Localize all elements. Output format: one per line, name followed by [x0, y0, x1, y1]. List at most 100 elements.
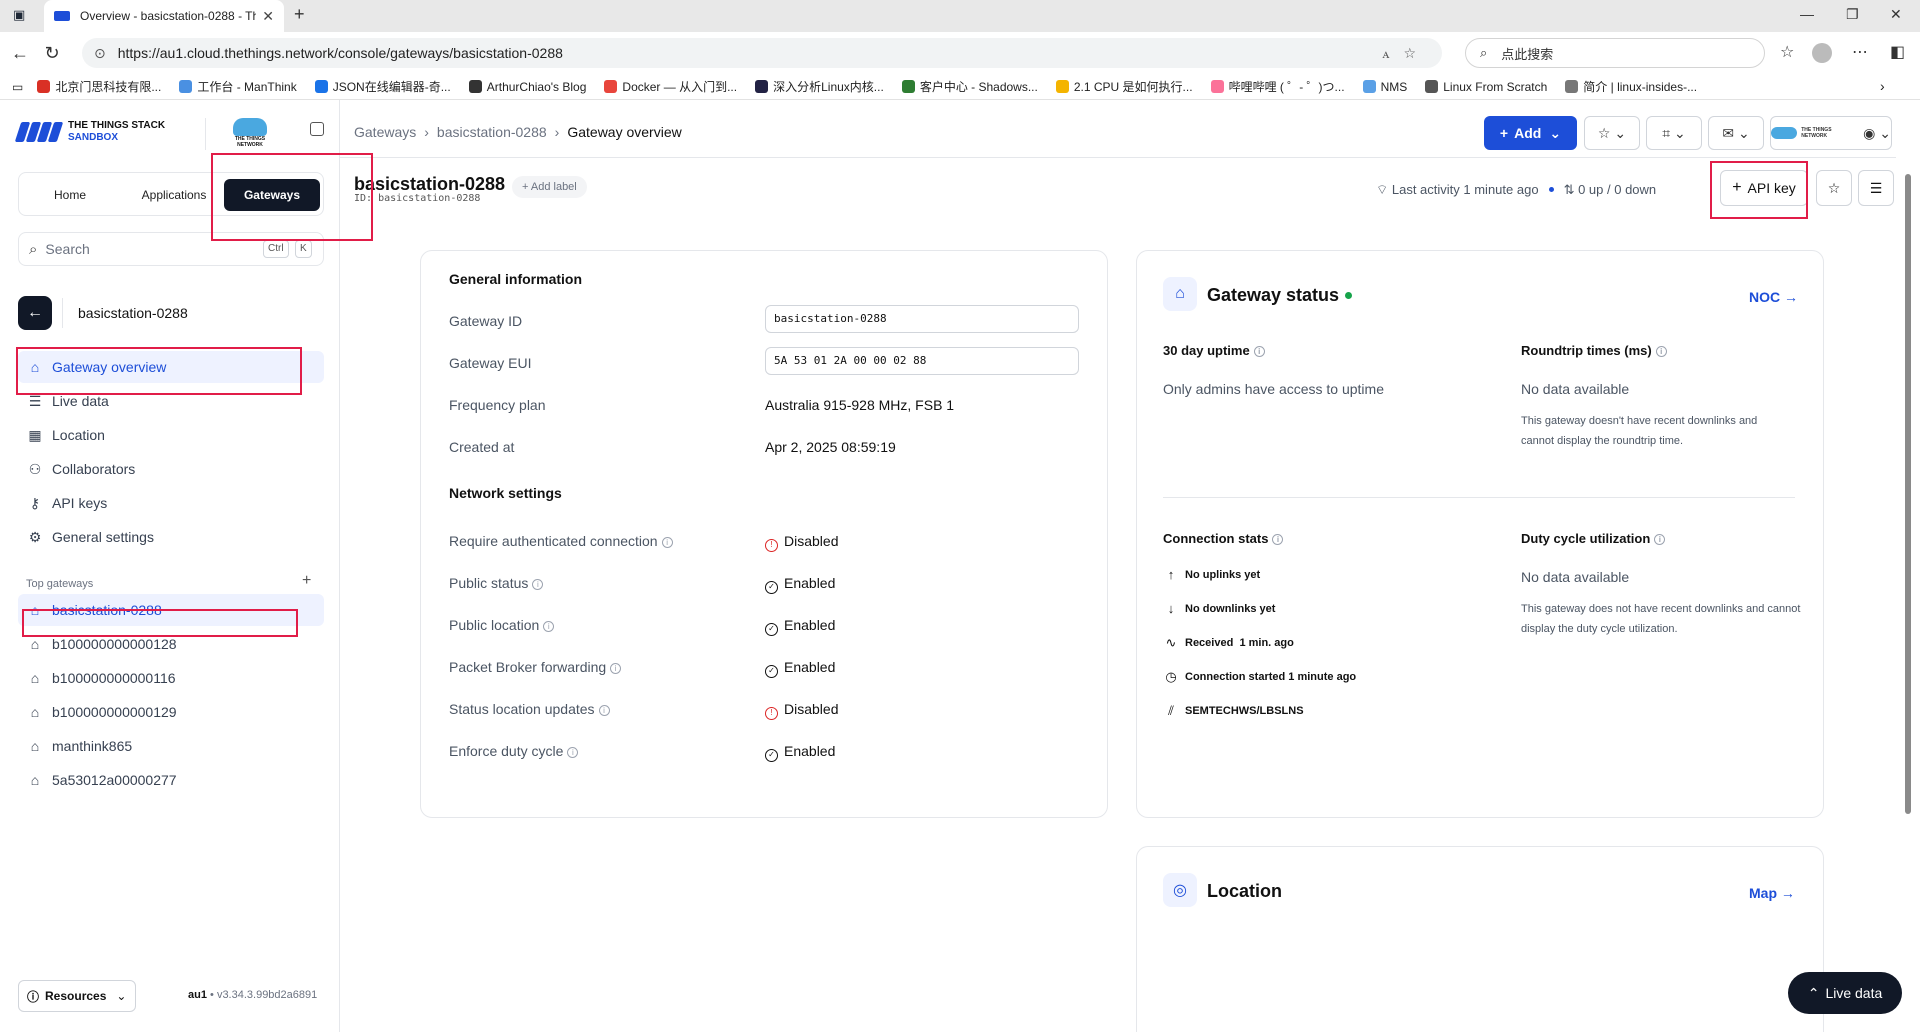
new-tab-icon[interactable]: + [294, 4, 305, 25]
add-gateway-plus-icon[interactable]: + [302, 572, 311, 590]
top-gateway-item[interactable]: ⌂ b100000000000116 [18, 662, 324, 694]
breadcrumb-gateway[interactable]: basicstation-0288 [437, 124, 547, 140]
tab-applications[interactable]: Applications [129, 179, 219, 211]
info-icon[interactable]: i [1272, 534, 1284, 545]
api-key-button[interactable]: + API key [1720, 170, 1808, 206]
bookmark-item[interactable]: NMS [1362, 80, 1407, 94]
sidebar-item-general-settings[interactable]: ⚙ General settings [18, 521, 324, 553]
gateway-icon: ⌂ [30, 636, 40, 652]
bookmark-item[interactable]: JSON在线编辑器-奇... [314, 78, 451, 95]
breadcrumb-gateways[interactable]: Gateways [354, 124, 416, 140]
chevron-down-icon: ⌄ [116, 989, 127, 1003]
sidebar-item-api-keys[interactable]: ⚷ API keys [18, 487, 324, 519]
page-scrollbar[interactable] [1903, 162, 1913, 1018]
browser-search-box[interactable]: ⌕ 点此搜索 [1465, 38, 1765, 68]
bookmark-item[interactable]: Linux From Scratch [1425, 80, 1547, 94]
activity-dot [1548, 187, 1554, 192]
created-at-label: Created at [449, 439, 515, 455]
sidebar-item-live-data[interactable]: ☰ Live data [18, 385, 324, 417]
setting-value: ! Disabled [765, 701, 838, 720]
breadcrumb-chevron-icon: › [424, 124, 429, 140]
bookmark-item[interactable]: 简介 | linux-insides-... [1565, 78, 1697, 95]
sidebar-search-placeholder: Search [45, 241, 90, 257]
scrollbar-thumb[interactable] [1905, 174, 1911, 814]
tags-dropdown[interactable]: ⌗ ⌄ [1646, 116, 1702, 150]
pulse-icon: ∿ [1165, 635, 1177, 650]
info-icon[interactable]: i [532, 579, 544, 590]
map-link[interactable]: Map → [1749, 885, 1795, 901]
restore-icon[interactable]: ❐ [1846, 6, 1859, 23]
close-window-icon[interactable]: ✕ [1890, 6, 1902, 23]
tab-home[interactable]: Home [25, 179, 115, 211]
tts-logo[interactable]: THE THINGS STACK SANDBOX [14, 120, 165, 144]
gear-icon: ⚙ [28, 528, 42, 545]
info-icon[interactable]: i [1655, 346, 1667, 357]
bookmark-icon [1425, 80, 1439, 93]
collapse-sidebar-icon[interactable] [310, 122, 324, 136]
back-icon[interactable]: ← [4, 43, 36, 64]
menu-button[interactable]: ☰ [1858, 170, 1894, 206]
info-icon[interactable]: i [567, 747, 579, 758]
bookmark-item[interactable]: Docker — 从入门到... [604, 78, 737, 95]
bookmark-icon [1362, 80, 1376, 93]
add-label-button[interactable]: + Add label [512, 176, 587, 198]
add-button[interactable]: + Add ⌄ [1484, 116, 1577, 150]
favorites-icon[interactable]: ☆ [1780, 42, 1794, 62]
site-info-icon[interactable]: ⊙ [94, 45, 106, 62]
sidebar-item-gateway-overview[interactable]: ⌂ Gateway overview [18, 351, 324, 383]
chevron-down-icon: ⌄ [1737, 124, 1750, 141]
minimize-icon[interactable]: — [1800, 6, 1814, 22]
info-icon[interactable]: i [1654, 534, 1666, 545]
tab-gateways[interactable]: Gateways [224, 179, 320, 211]
info-icon[interactable]: i [610, 663, 622, 674]
bookmark-item[interactable]: 哔哩哔哩 ( ゜- ゜)つ... [1210, 78, 1345, 95]
top-gateway-label: basicstation-0288 [52, 602, 162, 618]
resources-button[interactable]: ⓘ Resources ⌄ [18, 980, 136, 1012]
info-icon[interactable]: i [543, 621, 555, 632]
star-button[interactable]: ☆ [1816, 170, 1852, 206]
reload-icon[interactable]: ↻ [36, 43, 68, 64]
info-icon[interactable]: i [661, 537, 673, 548]
bookmark-item[interactable]: 工作台 - ManThink [179, 78, 297, 95]
top-gateway-item[interactable]: ⌂ manthink865 [18, 730, 324, 762]
more-menu-icon[interactable]: ⋯ [1852, 42, 1868, 62]
top-gateway-label: b100000000000116 [52, 670, 176, 686]
info-icon[interactable]: i [598, 705, 610, 716]
bookmark-item[interactable]: 北京门思科技有限... [37, 78, 161, 95]
info-icon[interactable]: i [1253, 346, 1265, 357]
sidebar-item-location[interactable]: ▦ Location [18, 419, 324, 451]
noc-link[interactable]: NOC → [1749, 289, 1798, 305]
bookmark-folder-icon[interactable]: ▭ [12, 80, 23, 94]
bookmark-item[interactable]: 2.1 CPU 是如何执行... [1055, 78, 1193, 95]
chevron-down-icon: ⌄ [1674, 124, 1686, 141]
location-card: ◎ Location Map → [1136, 846, 1824, 1032]
bookmarks-dropdown[interactable]: ☆ ⌄ [1584, 116, 1640, 150]
gateway-eui-field[interactable]: 5A 53 01 2A 00 00 02 88 [765, 347, 1079, 375]
sidebar-toggle-icon[interactable]: ◧ [1890, 42, 1905, 62]
browser-tab-active[interactable]: Overview - basicstation-0288 - Th ✕ [44, 0, 284, 32]
account-dropdown[interactable]: THE THINGS NETWORK ◉ ⌄ [1770, 116, 1892, 150]
live-data-button[interactable]: ⌃ Live data [1788, 972, 1902, 1014]
bookmark-item[interactable]: 深入分析Linux内核... [755, 78, 884, 95]
url-bar[interactable]: ⊙ https://au1.cloud.thethings.network/co… [82, 38, 1442, 68]
profile-avatar[interactable] [1812, 43, 1832, 63]
url-actions-icons[interactable]: ꭺ☆ [1382, 45, 1430, 62]
back-arrow-button[interactable]: ← [18, 296, 52, 330]
sidebar-item-collaborators[interactable]: ⚇ Collaborators [18, 453, 324, 485]
map-icon: ▦ [28, 426, 42, 443]
sidebar-search-input[interactable]: ⌕ Search Ctrl K [18, 232, 324, 266]
top-gateway-item[interactable]: ⌂ basicstation-0288 [18, 594, 324, 626]
tab-close-icon[interactable]: ✕ [262, 8, 274, 25]
notifications-dropdown[interactable]: ✉ ⌄ [1708, 116, 1764, 150]
bookmark-item[interactable]: ArthurChiao's Blog [468, 80, 586, 94]
tab-actions-icon[interactable]: ▣ [13, 7, 25, 23]
top-gateway-item[interactable]: ⌂ b100000000000128 [18, 628, 324, 660]
ttn-logo[interactable]: THE THINGS NETWORK [233, 118, 267, 148]
top-gateway-item[interactable]: ⌂ b100000000000129 [18, 696, 324, 728]
gateway-id-field[interactable]: basicstation-0288 [765, 305, 1079, 333]
bookmarks-overflow-icon[interactable]: › [1880, 78, 1885, 94]
browser-tab-strip: ▣ Overview - basicstation-0288 - Th ✕ + … [0, 0, 1920, 32]
bookmark-item[interactable]: 客户中心 - Shadows... [901, 78, 1038, 95]
top-gateway-item[interactable]: ⌂ 5a53012a00000277 [18, 764, 324, 796]
check-circle-icon: ✓ [765, 623, 778, 636]
